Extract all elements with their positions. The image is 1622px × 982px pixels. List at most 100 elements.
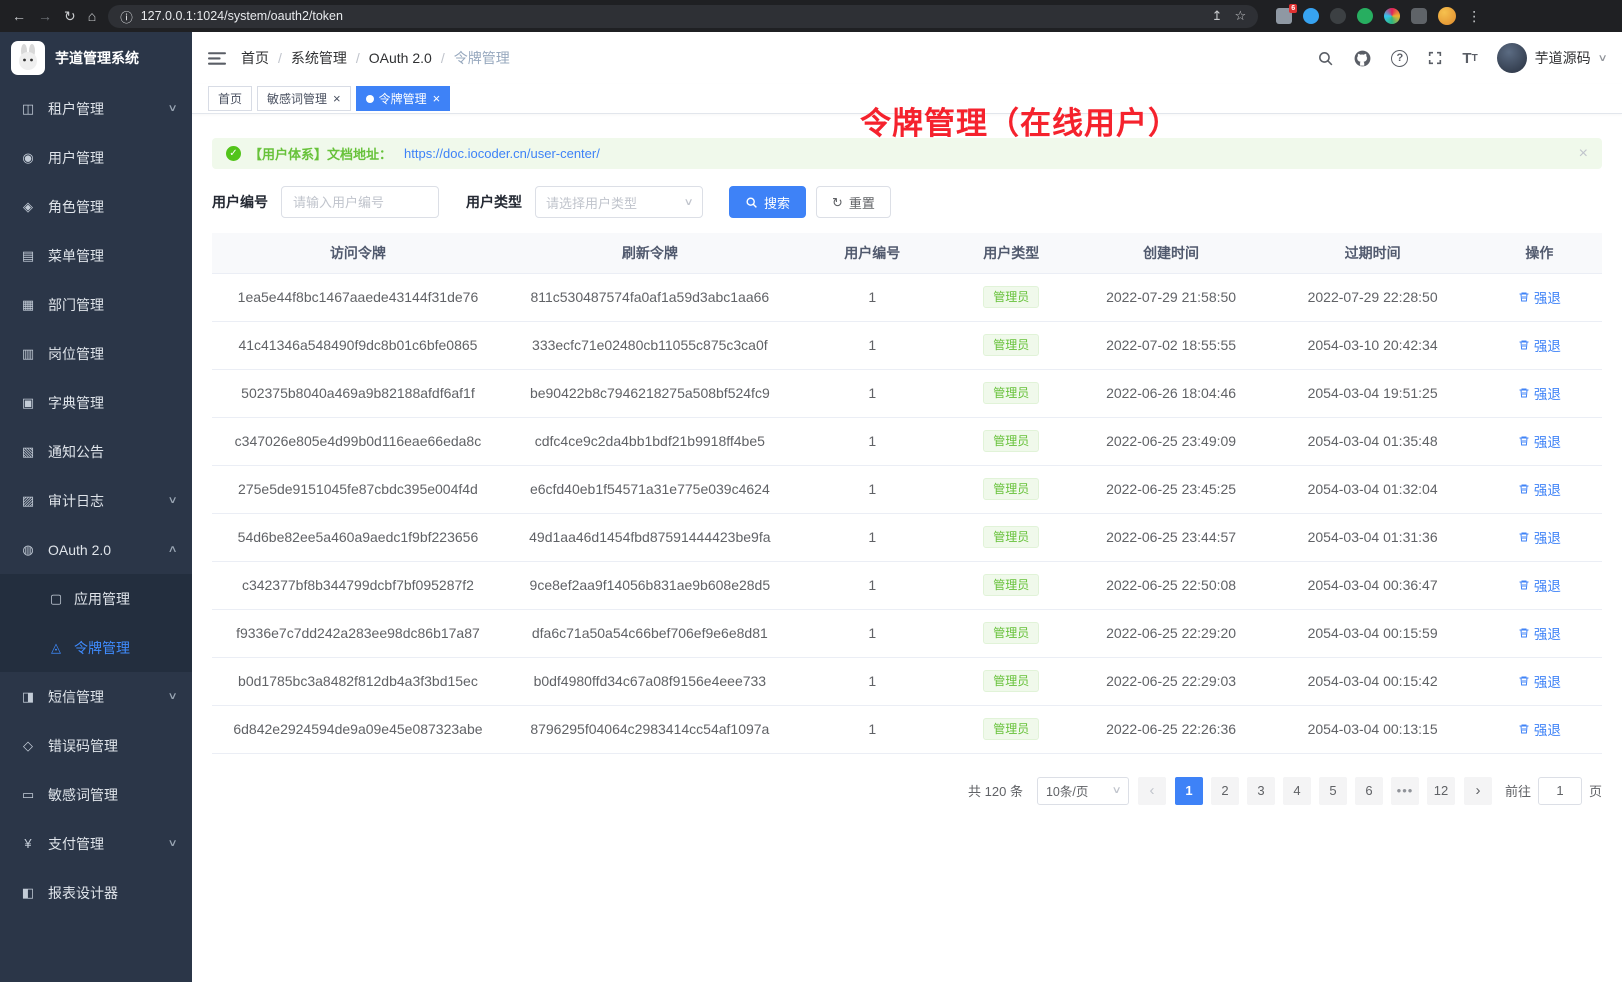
chevron-down-icon: ∨ <box>167 691 177 702</box>
tab-close-icon[interactable]: × <box>333 92 341 105</box>
sidebar-item-dict[interactable]: ▣ 字典管理 <box>0 378 192 427</box>
browser-menu-icon[interactable]: ⋮ <box>1467 9 1481 23</box>
sidebar-item-oauth-app[interactable]: ▢ 应用管理 <box>0 574 192 623</box>
sidebar-item-menu[interactable]: ▤ 菜单管理 <box>0 231 192 280</box>
goto-page-input[interactable] <box>1538 777 1582 805</box>
tab-0[interactable]: 首页 <box>208 86 252 111</box>
dictionary-icon: ▣ <box>20 395 36 411</box>
sidebar-item-pay[interactable]: ¥ 支付管理 ∨ <box>0 819 192 868</box>
help-icon[interactable]: ? <box>1391 50 1408 67</box>
tab-1[interactable]: 敏感词管理 × <box>257 86 351 111</box>
sidebar-item-errcode[interactable]: ◇ 错误码管理 <box>0 721 192 770</box>
actions-cell: 强退 <box>1477 513 1602 561</box>
user-type-tag: 管理员 <box>983 334 1039 356</box>
refresh-token-cell: 49d1aa46d1454fbd87591444423be9fa <box>504 513 796 561</box>
puzzle-extension-icon[interactable] <box>1411 8 1427 24</box>
sidebar-item-sms[interactable]: ◨ 短信管理 ∨ <box>0 672 192 721</box>
extension-icon[interactable] <box>1357 8 1373 24</box>
page-ellipsis[interactable]: ••• <box>1391 777 1419 805</box>
force-logout-button[interactable]: 强退 <box>1518 527 1561 547</box>
tab-close-icon[interactable]: × <box>433 92 441 105</box>
force-logout-button[interactable]: 强退 <box>1518 335 1561 355</box>
browser-profile-avatar[interactable] <box>1438 7 1456 25</box>
column-header-expire-time: 过期时间 <box>1268 233 1477 273</box>
page-button-3[interactable]: 3 <box>1247 777 1275 805</box>
breadcrumb-item[interactable]: 系统管理 / <box>291 48 369 68</box>
sidebar-item-oauth-token[interactable]: ◬ 令牌管理 <box>0 623 192 672</box>
doc-link[interactable]: https://doc.iocoder.cn/user-center/ <box>404 146 600 161</box>
role-icon: ◈ <box>20 199 36 215</box>
next-page-button[interactable]: › <box>1464 777 1492 805</box>
user-id-input[interactable] <box>281 186 439 218</box>
sidebar-item-audit[interactable]: ▨ 审计日志 ∨ <box>0 476 192 525</box>
fullscreen-icon[interactable] <box>1427 50 1443 66</box>
user-id-label: 用户编号 <box>212 192 268 212</box>
user-id-cell: 1 <box>796 609 949 657</box>
prev-page-button[interactable]: ‹ <box>1138 777 1166 805</box>
user-type-select[interactable]: 请选择用户类型 ∨ <box>535 186 703 218</box>
sidebar-item-sensitive[interactable]: ▭ 敏感词管理 <box>0 770 192 819</box>
access-token-cell: c342377bf8b344799dcbf7bf095287f2 <box>212 561 504 609</box>
extension-icon[interactable] <box>1303 8 1319 24</box>
force-logout-button[interactable]: 强退 <box>1518 287 1561 307</box>
access-token-cell: f9336e7c7dd242a283ee98dc86b17a87 <box>212 609 504 657</box>
sidebar-item-report[interactable]: ◧ 报表设计器 <box>0 868 192 917</box>
sidebar-item-dept[interactable]: ▦ 部门管理 <box>0 280 192 329</box>
browser-back-icon[interactable]: ← <box>12 9 26 23</box>
page-button-4[interactable]: 4 <box>1283 777 1311 805</box>
actions-cell: 强退 <box>1477 561 1602 609</box>
sidebar-item-user[interactable]: ◉ 用户管理 <box>0 133 192 182</box>
tab-2[interactable]: 令牌管理 × <box>356 86 451 111</box>
search-button[interactable]: 搜索 <box>729 186 806 218</box>
search-icon[interactable] <box>1317 50 1334 67</box>
browser-home-icon[interactable]: ⌂ <box>88 9 96 23</box>
github-icon[interactable] <box>1353 49 1372 68</box>
browser-forward-icon[interactable]: → <box>38 9 52 23</box>
page-size-select[interactable]: 10条/页 ∨ <box>1037 777 1129 805</box>
page-button-2[interactable]: 2 <box>1211 777 1239 805</box>
page-info-icon[interactable]: ⓘ <box>120 7 133 26</box>
force-logout-button[interactable]: 强退 <box>1518 383 1561 403</box>
sidebar-item-tenant[interactable]: ◫ 租户管理 ∨ <box>0 84 192 133</box>
sidebar-item-role[interactable]: ◈ 角色管理 <box>0 182 192 231</box>
sidebar-item-oauth[interactable]: ◍ OAuth 2.0 ∧ <box>0 525 192 574</box>
page-button-12[interactable]: 12 <box>1427 777 1455 805</box>
access-token-cell: 54d6be82ee5a460a9aedc1f9bf223656 <box>212 513 504 561</box>
breadcrumb-item[interactable]: 令牌管理 <box>454 48 510 68</box>
extension-icon[interactable] <box>1330 8 1346 24</box>
breadcrumb-separator: / <box>441 50 445 66</box>
alert-close-icon[interactable]: × <box>1579 146 1588 162</box>
force-logout-button[interactable]: 强退 <box>1518 623 1561 643</box>
page-button-5[interactable]: 5 <box>1319 777 1347 805</box>
sidebar-collapse-icon[interactable] <box>208 51 226 66</box>
chevron-down-icon: ∨ <box>167 838 177 849</box>
force-logout-button[interactable]: 强退 <box>1518 719 1561 739</box>
user-menu[interactable]: 芋道源码 ∨ <box>1497 43 1606 73</box>
reset-button[interactable]: ↻ 重置 <box>816 186 891 218</box>
page-button-1[interactable]: 1 <box>1175 777 1203 805</box>
force-logout-button[interactable]: 强退 <box>1518 671 1561 691</box>
sidebar-item-post[interactable]: ▥ 岗位管理 <box>0 329 192 378</box>
extension-icon[interactable] <box>1384 8 1400 24</box>
browser-address-bar[interactable]: ⓘ 127.0.0.1:1024/system/oauth2/token ↥ ☆ <box>108 5 1258 28</box>
font-size-icon[interactable]: TT <box>1462 50 1477 67</box>
expire-time-cell: 2054-03-04 00:15:59 <box>1268 609 1477 657</box>
force-logout-button[interactable]: 强退 <box>1518 575 1561 595</box>
user-id-cell: 1 <box>796 321 949 369</box>
page-button-6[interactable]: 6 <box>1355 777 1383 805</box>
create-time-cell: 2022-06-25 23:45:25 <box>1074 465 1269 513</box>
share-icon[interactable]: ↥ <box>1212 8 1223 24</box>
access-token-cell: 275e5de9151045fe87cbdc395e004f4d <box>212 465 504 513</box>
force-logout-button[interactable]: 强退 <box>1518 431 1561 451</box>
extension-icon[interactable]: 6 <box>1276 8 1292 24</box>
app-logo-row[interactable]: 芋道管理系统 <box>0 32 192 84</box>
user-id-cell: 1 <box>796 561 949 609</box>
sidebar-item-notice[interactable]: ▧ 通知公告 <box>0 427 192 476</box>
breadcrumb-item[interactable]: OAuth 2.0 / <box>369 50 454 66</box>
user-type-cell: 管理员 <box>949 513 1074 561</box>
browser-extensions: 6 ⋮ <box>1276 7 1481 25</box>
force-logout-button[interactable]: 强退 <box>1518 479 1561 499</box>
browser-reload-icon[interactable]: ↻ <box>64 9 76 23</box>
breadcrumb-item[interactable]: 首页 / <box>241 48 291 68</box>
bookmark-star-icon[interactable]: ☆ <box>1235 8 1247 24</box>
